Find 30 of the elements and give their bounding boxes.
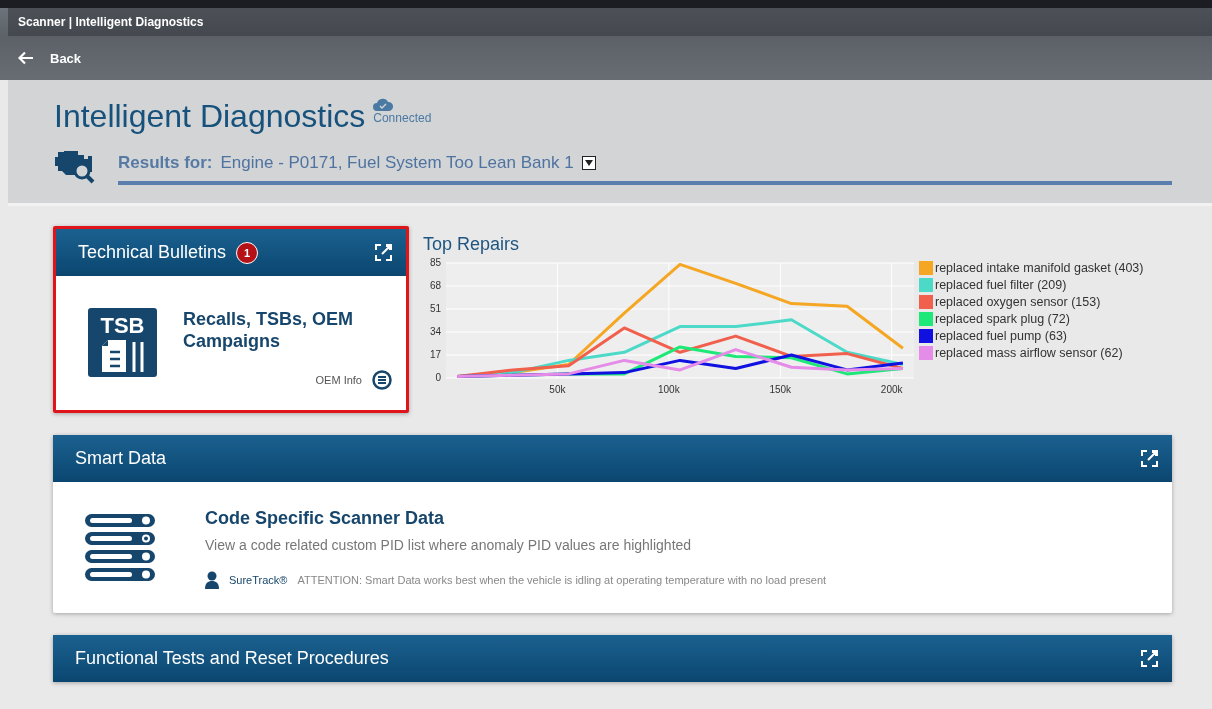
page-title: Intelligent Diagnostics: [54, 98, 366, 135]
axis-label: 85: [429, 257, 441, 268]
axis-label: 68: [429, 280, 441, 291]
chart-title: Top Repairs: [423, 234, 521, 255]
axis-label: 50k: [549, 384, 566, 395]
axis-label: 17: [429, 349, 441, 360]
axis-label: 100k: [658, 384, 680, 395]
attention-note: ATTENTION: Smart Data works best when the vehicle is idling at operating temperature with no load present: [297, 574, 827, 586]
card-header: Functional Tests and Reset Procedures: [53, 635, 1172, 682]
axis-label: 0: [435, 372, 441, 383]
legend-label: replaced mass airflow sensor (62): [935, 346, 1123, 360]
legend-label: replaced spark plug (72): [935, 312, 1070, 326]
card-header: Smart Data: [53, 435, 1172, 482]
legend-label: replaced fuel pump (63): [935, 329, 1068, 343]
tsb-document-icon: TSB: [88, 308, 157, 377]
card-heading: Recalls, TSBs, OEM Campaigns: [183, 308, 355, 352]
axis-label: 51: [429, 303, 441, 314]
card-description: View a code related custom PID list where anomaly PID values are highlighted: [205, 537, 693, 553]
count-badge: 1: [236, 241, 259, 264]
axis-label: 150k: [769, 384, 792, 395]
axis-label: 200k: [880, 384, 903, 395]
legend-label: replaced fuel filter (209): [935, 278, 1067, 292]
card-heading: Code Specific Scanner Data: [205, 508, 446, 529]
axis-label: 34: [429, 326, 441, 337]
brand-label: SureTrack®: [229, 574, 288, 586]
window-title: Scanner | Intelligent Diagnostics: [18, 15, 204, 29]
connection-status: Connected: [373, 111, 432, 125]
card-header: Technical Bulletins 1: [56, 229, 406, 276]
legend-label: replaced intake manifold gasket (403): [935, 261, 1144, 275]
legend-label: replaced oxygen sensor (153): [935, 295, 1101, 309]
